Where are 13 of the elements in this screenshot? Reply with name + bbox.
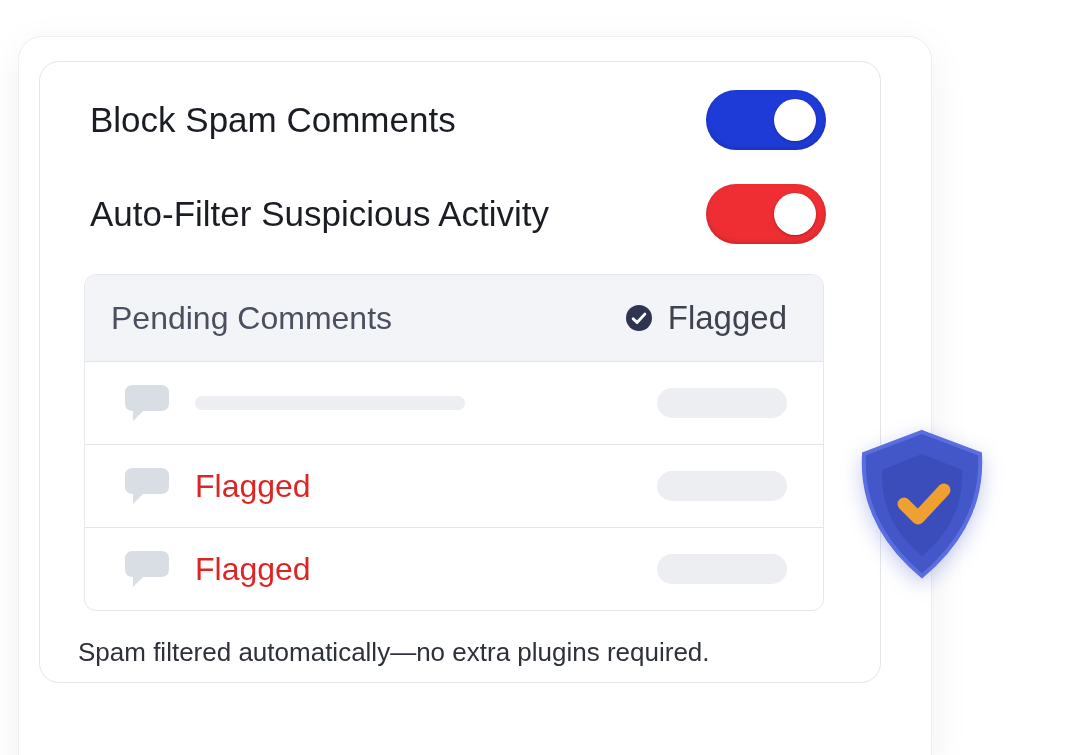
- comment-icon: [123, 383, 171, 423]
- toggle-switch[interactable]: [706, 90, 826, 150]
- comment-icon: [123, 466, 171, 506]
- setting-label: Block Spam Comments: [90, 100, 456, 140]
- flagged-label: Flagged: [195, 550, 311, 588]
- filter-label: Flagged: [667, 299, 787, 337]
- table-title: Pending Comments: [111, 299, 393, 337]
- comment-icon: [123, 549, 171, 589]
- check-circle-icon[interactable]: [625, 305, 652, 331]
- setting-label: Auto-Filter Suspicious Activity: [90, 194, 550, 234]
- footer-note: Spam filtered automatically—no extra plugins required.: [78, 637, 711, 668]
- toggle-switch[interactable]: [706, 184, 826, 244]
- flagged-label: Flagged: [195, 467, 311, 505]
